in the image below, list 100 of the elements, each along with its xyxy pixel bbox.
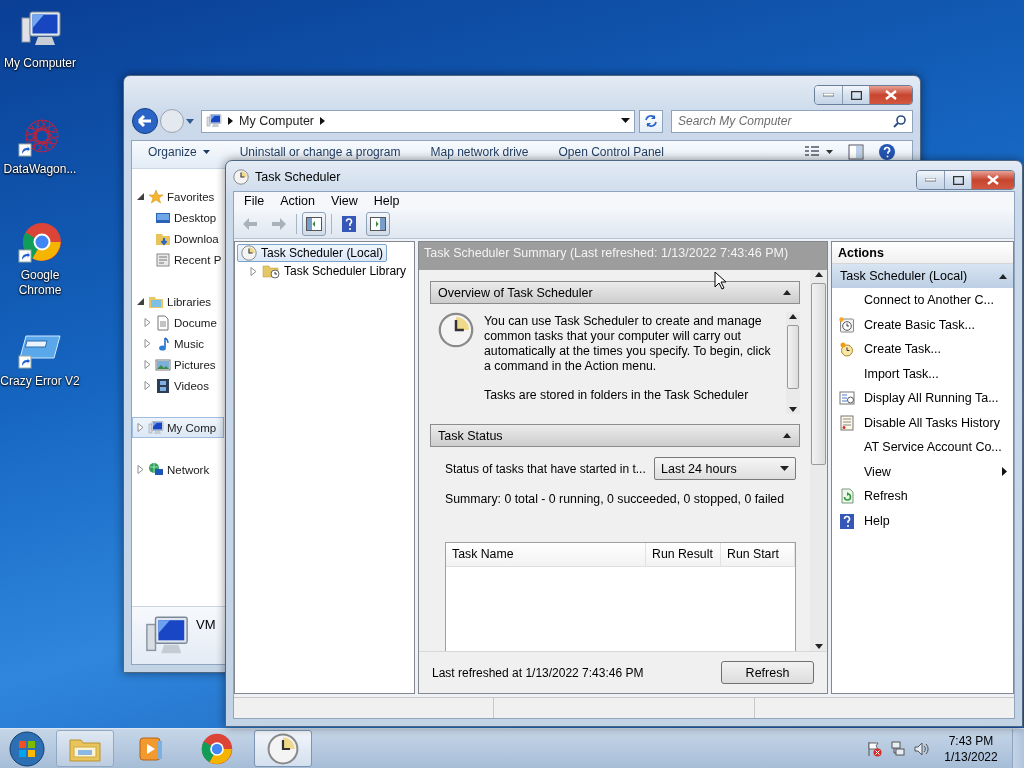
maximize-icon[interactable] (850, 90, 862, 100)
collapse-arrow-icon[interactable] (783, 433, 791, 438)
section-header[interactable]: Overview of Task Scheduler (430, 281, 800, 304)
minimize-icon[interactable] (823, 93, 834, 97)
desktop-icon-label[interactable]: Google Chrome (0, 268, 80, 298)
help-icon[interactable] (878, 143, 896, 161)
desktop-icon-label[interactable]: Crazy Error V2 (0, 374, 80, 389)
command-button[interactable]: Map network drive (430, 144, 529, 160)
help-icon[interactable] (342, 216, 356, 232)
command-link[interactable]: Help (832, 508, 1013, 533)
search-icon[interactable] (893, 114, 906, 128)
close-icon[interactable] (885, 90, 897, 100)
scroll-up-icon[interactable] (789, 314, 797, 319)
command-link[interactable]: Refresh (832, 484, 1013, 509)
caret-icon[interactable] (202, 150, 210, 154)
nav-item[interactable]: Downloa (132, 228, 224, 249)
menu-item[interactable]: View (324, 194, 364, 208)
expand-arrow-icon[interactable] (136, 465, 145, 474)
caret-icon[interactable] (185, 117, 195, 125)
taskbar-button[interactable] (254, 730, 312, 767)
command-button[interactable]: Uninstall or change a program (239, 144, 401, 160)
minimize-icon[interactable] (925, 178, 936, 182)
preview-pane-icon[interactable] (848, 144, 864, 160)
section-header[interactable]: Task Status (430, 424, 800, 447)
maximize-icon[interactable] (952, 175, 964, 185)
scrollbar[interactable] (810, 270, 827, 651)
command-link[interactable]: AT Service Account Co... (832, 435, 1013, 460)
maximize-button[interactable] (842, 86, 869, 104)
nav-item[interactable]: Recent P (132, 249, 224, 270)
command-link[interactable]: Connect to Another C... (832, 288, 1013, 313)
nav-item[interactable]: Pictures (132, 354, 224, 375)
refresh-button[interactable]: Refresh (721, 661, 814, 684)
dropdown-caret-icon[interactable] (621, 118, 630, 124)
expand-arrow-icon[interactable] (143, 381, 152, 390)
nav-item[interactable]: Videos (132, 375, 224, 396)
column-header[interactable]: Run Start (721, 543, 795, 566)
collapse-arrow-icon[interactable] (999, 273, 1007, 279)
column-header[interactable]: Task Name (446, 543, 646, 566)
left-pane-icon[interactable] (306, 217, 322, 231)
tree-item[interactable]: Task Scheduler (Local) (237, 244, 388, 262)
command-link[interactable]: Disable All Tasks History (832, 410, 1013, 435)
tree-item[interactable]: Task Scheduler Library (245, 262, 411, 280)
command-link[interactable]: View (832, 459, 1013, 484)
menu-button[interactable]: Organize (148, 144, 210, 160)
search-field[interactable]: Search My Computer (671, 109, 913, 133)
collapse-arrow-icon[interactable] (783, 290, 791, 295)
close-button[interactable] (869, 86, 912, 104)
close-button[interactable] (971, 171, 1014, 189)
expand-arrow-icon[interactable] (143, 339, 152, 348)
menu-item[interactable]: Action (274, 194, 321, 208)
close-icon[interactable] (987, 175, 999, 185)
time-range-dropdown[interactable]: Last 24 hours (654, 457, 796, 480)
chevron-icon[interactable] (320, 117, 326, 125)
last-refreshed-text: Last refreshed at 1/13/2022 7:43:46 PM (432, 665, 644, 680)
desktop-icon-label[interactable]: My Computer (4, 56, 76, 71)
speaker-icon[interactable] (914, 740, 930, 757)
command-link[interactable]: Create Task... (832, 337, 1013, 362)
nav-item[interactable]: Docume (132, 312, 224, 333)
nav-item[interactable]: Network (132, 459, 224, 480)
nav-item[interactable]: Music (132, 333, 224, 354)
command-link[interactable]: Create Basic Task... (832, 312, 1013, 337)
task-list-icon (839, 390, 855, 407)
menu-item[interactable]: Help (367, 194, 406, 208)
collapse-arrow-icon[interactable] (136, 192, 145, 201)
nav-item[interactable]: Favorites (132, 186, 224, 207)
command-link[interactable]: Import Task... (832, 361, 1013, 386)
browser-logo-icon[interactable] (16, 220, 64, 264)
column-header[interactable]: Run Result (646, 543, 721, 566)
system-clock[interactable]: 7:43 PM 1/13/2022 (938, 732, 1004, 765)
action-pane-button[interactable] (366, 212, 390, 236)
expand-arrow-icon[interactable] (136, 423, 145, 432)
scroll-down-icon[interactable] (814, 644, 823, 649)
scroll-up-icon[interactable] (814, 272, 823, 277)
action-group-header[interactable]: Task Scheduler (Local) (832, 264, 1013, 288)
address-bar[interactable]: My Computer (201, 109, 635, 133)
nav-item[interactable]: Libraries (132, 291, 224, 312)
expand-arrow-icon[interactable] (143, 318, 152, 327)
view-options-icon[interactable] (804, 145, 834, 159)
desktop-icon-label[interactable]: DataWagon... (3, 162, 77, 177)
maximize-button[interactable] (944, 171, 971, 189)
scrollbar[interactable] (786, 312, 800, 414)
start-button[interactable] (6, 729, 48, 768)
nav-item[interactable]: Desktop (132, 207, 224, 228)
expand-arrow-icon[interactable] (249, 266, 258, 276)
scroll-down-icon[interactable] (789, 407, 797, 412)
network-icon[interactable] (890, 740, 906, 757)
nav-item[interactable]: My Comp (132, 417, 224, 438)
refresh-arrows-icon[interactable] (644, 114, 658, 128)
back-button[interactable] (131, 107, 159, 135)
refresh-button[interactable] (639, 109, 663, 133)
collapse-arrow-icon[interactable] (136, 297, 145, 306)
command-button[interactable]: Open Control Panel (558, 144, 664, 160)
right-pane-icon[interactable] (370, 217, 386, 231)
command-link[interactable]: Display All Running Ta... (832, 386, 1013, 411)
dropdown-caret-icon[interactable] (780, 466, 789, 471)
chevron-icon[interactable] (228, 117, 233, 125)
console-tree-button[interactable] (302, 212, 326, 236)
menu-item[interactable]: File (238, 194, 271, 208)
expand-arrow-icon[interactable] (143, 360, 152, 369)
flag-icon[interactable] (866, 740, 882, 757)
